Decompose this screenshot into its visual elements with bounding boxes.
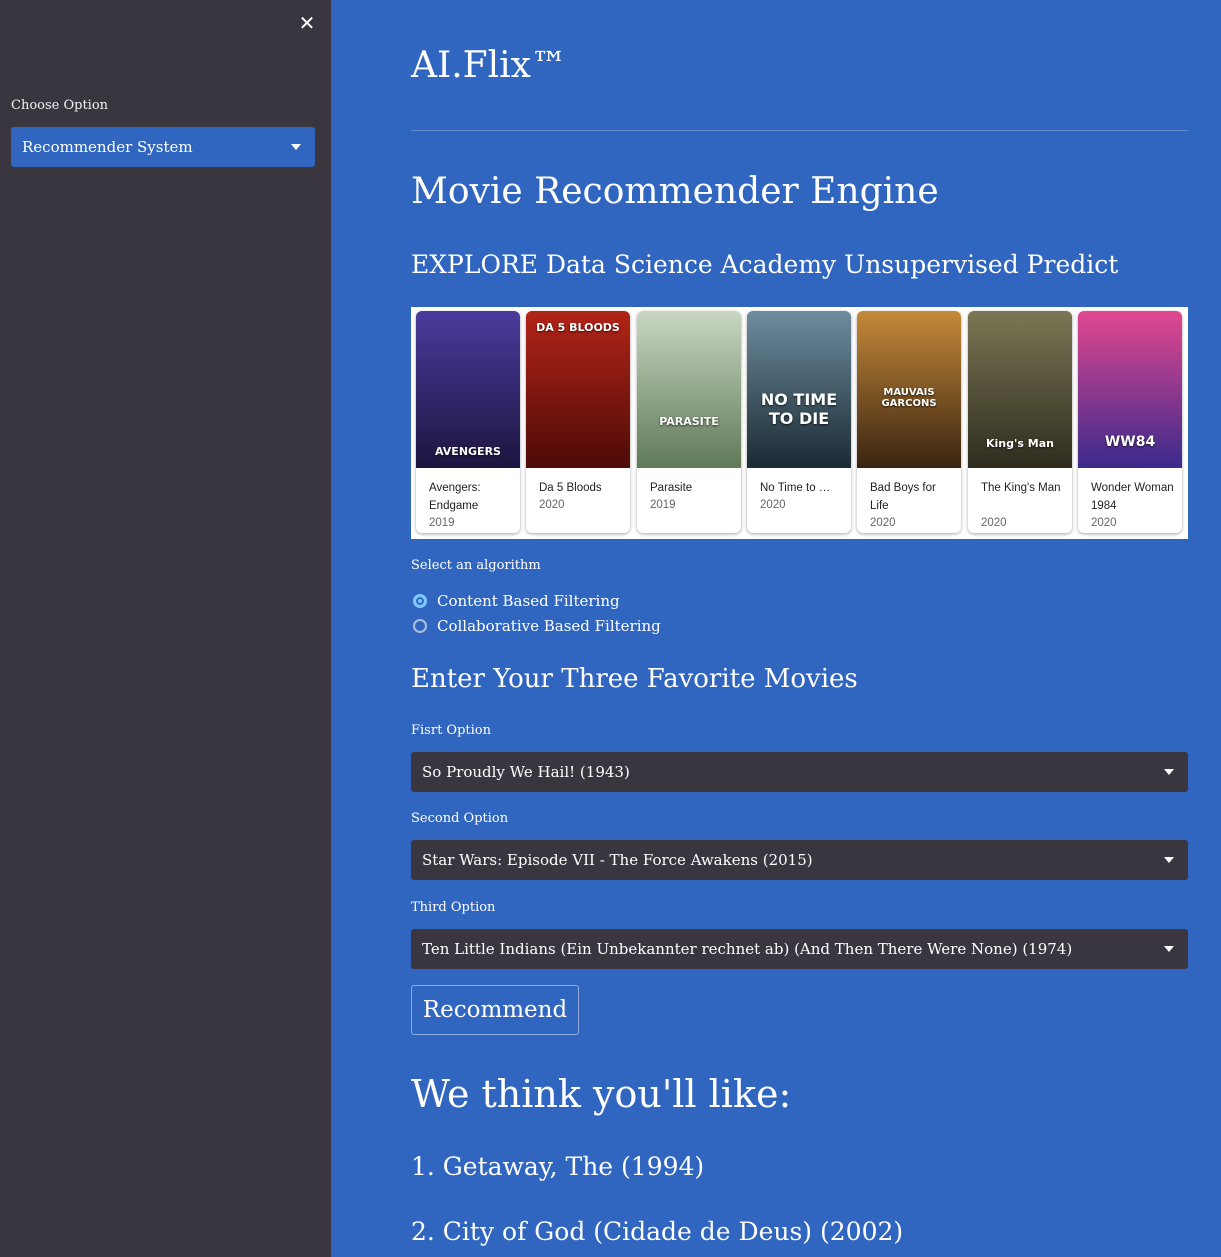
radio-collaborative-based[interactable]: Collaborative Based Filtering xyxy=(411,615,661,637)
poster-title: PARASITE xyxy=(659,415,719,428)
divider xyxy=(411,130,1188,131)
page-title: AI.Flix™ xyxy=(411,45,567,86)
second-option-label: Second Option xyxy=(411,811,509,826)
movie-year: 2019 xyxy=(429,517,455,529)
second-option-value: Star Wars: Episode VII - The Force Awake… xyxy=(422,851,813,869)
movie-poster: NO TIME TO DIE xyxy=(747,311,851,468)
poster-title: WW84 xyxy=(1104,434,1156,450)
main-heading: Movie Recommender Engine xyxy=(411,171,939,212)
movie-card: NO TIME TO DIE No Time to … 2020 xyxy=(747,311,851,533)
chevron-down-icon xyxy=(1164,946,1174,952)
movie-title: No Time to … xyxy=(760,482,831,494)
movie-poster: DA 5 BLOODS xyxy=(526,311,630,468)
radio-unselected-icon xyxy=(413,619,427,633)
first-option-value: So Proudly We Hail! (1943) xyxy=(422,763,630,781)
third-option-select[interactable]: Ten Little Indians (Ein Unbekannter rech… xyxy=(411,929,1188,969)
first-option-label: Fisrt Option xyxy=(411,723,491,738)
movie-card: MAUVAIS GARCONS Bad Boys for Life 2020 xyxy=(857,311,961,533)
movie-title: Da 5 Bloods xyxy=(539,482,602,494)
movie-poster-strip: AVENGERS Avengers: Endgame 2019 DA 5 BLO… xyxy=(411,307,1188,539)
choose-option-select[interactable]: Recommender System xyxy=(11,127,315,167)
movie-card: PARASITE Parasite 2019 xyxy=(637,311,741,533)
movie-title: The King's Man xyxy=(981,482,1061,494)
close-sidebar-icon[interactable]: ✕ xyxy=(296,12,318,34)
movie-year: 2020 xyxy=(870,517,896,529)
movie-year: 2019 xyxy=(650,499,676,511)
movie-card: King's Man The King's Man 2020 xyxy=(968,311,1072,533)
chevron-down-icon xyxy=(291,144,301,150)
poster-title: DA 5 BLOODS xyxy=(536,321,620,334)
poster-title: AVENGERS xyxy=(435,445,501,458)
favorites-heading: Enter Your Three Favorite Movies xyxy=(411,664,858,694)
third-option-label: Third Option xyxy=(411,900,496,915)
movie-poster: WW84 xyxy=(1078,311,1182,468)
movie-poster: PARASITE xyxy=(637,311,741,468)
recommendation-item: 2. City of God (Cidade de Deus) (2002) xyxy=(411,1217,904,1246)
movie-year: 2020 xyxy=(760,499,786,511)
movie-title: Wonder Woman 1984 xyxy=(1091,482,1174,512)
sidebar: ✕ Choose Option Recommender System xyxy=(0,0,331,1257)
chevron-down-icon xyxy=(1164,769,1174,775)
results-heading: We think you'll like: xyxy=(411,1072,792,1116)
radio-content-based[interactable]: Content Based Filtering xyxy=(411,590,620,612)
movie-title: Avengers: Endgame xyxy=(429,482,481,512)
movie-poster: King's Man xyxy=(968,311,1072,468)
choose-option-value: Recommender System xyxy=(22,138,193,156)
recommendation-item: 1. Getaway, The (1994) xyxy=(411,1152,705,1181)
radio-selected-icon xyxy=(413,594,427,608)
second-option-select[interactable]: Star Wars: Episode VII - The Force Awake… xyxy=(411,840,1188,880)
movie-card: WW84 Wonder Woman 1984 2020 xyxy=(1078,311,1182,533)
movie-year: 2020 xyxy=(981,517,1007,529)
movie-year: 2020 xyxy=(539,499,565,511)
movie-card: AVENGERS Avengers: Endgame 2019 xyxy=(416,311,520,533)
movie-title: Parasite xyxy=(650,482,693,494)
chevron-down-icon xyxy=(1164,857,1174,863)
choose-option-label: Choose Option xyxy=(11,98,109,113)
radio-label: Collaborative Based Filtering xyxy=(437,617,661,635)
poster-title: MAUVAIS GARCONS xyxy=(881,387,937,409)
movie-year: 2020 xyxy=(1091,517,1117,529)
sub-heading: EXPLORE Data Science Academy Unsupervise… xyxy=(411,250,1119,279)
algorithm-label: Select an algorithm xyxy=(411,558,541,573)
movie-poster: AVENGERS xyxy=(416,311,520,468)
main-content: AI.Flix™ Movie Recommender Engine EXPLOR… xyxy=(331,0,1221,1257)
radio-label: Content Based Filtering xyxy=(437,592,620,610)
first-option-select[interactable]: So Proudly We Hail! (1943) xyxy=(411,752,1188,792)
poster-title: King's Man xyxy=(986,437,1054,450)
recommend-button[interactable]: Recommend xyxy=(411,985,579,1035)
movie-poster: MAUVAIS GARCONS xyxy=(857,311,961,468)
third-option-value: Ten Little Indians (Ein Unbekannter rech… xyxy=(422,940,1073,958)
movie-title: Bad Boys for Life xyxy=(870,482,936,512)
poster-title: NO TIME TO DIE xyxy=(760,390,838,428)
movie-card: DA 5 BLOODS Da 5 Bloods 2020 xyxy=(526,311,630,533)
